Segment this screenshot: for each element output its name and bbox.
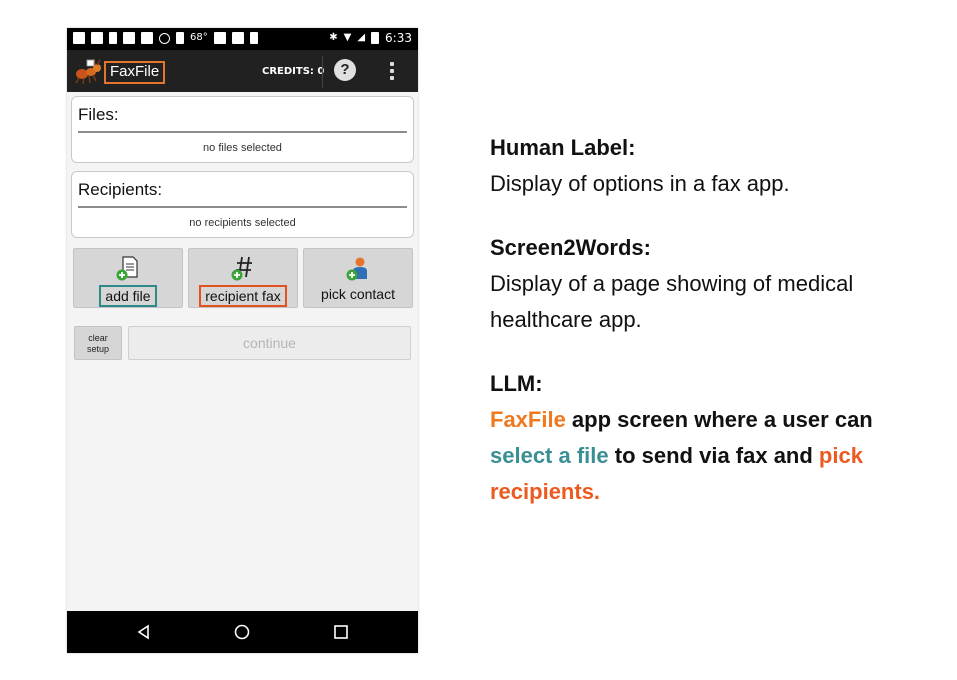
llm-text-part: to send via fax and: [608, 443, 819, 468]
credits-label[interactable]: CREDITS: 0: [262, 66, 324, 77]
back-icon[interactable]: [135, 623, 153, 641]
recipients-title: Recipients:: [78, 180, 163, 199]
fax-number-icon: [231, 256, 252, 281]
human-label-text: Display of options in a fax app.: [490, 171, 790, 196]
android-icon: [249, 32, 258, 44]
llm-app-name: FaxFile: [490, 407, 566, 432]
llm-select-file: select a file: [490, 443, 609, 468]
lock-icon: [176, 32, 184, 44]
facebook-icon: [141, 32, 153, 44]
clock: 6:33: [385, 31, 412, 45]
clear-setup-label-line1: clear: [88, 333, 108, 343]
llm-heading: LLM:: [490, 371, 543, 396]
bluetooth-icon: ✱: [329, 32, 338, 43]
notification-icon: [109, 32, 117, 44]
app-title: FaxFile: [104, 61, 166, 84]
pick-contact-label: pick contact: [321, 286, 395, 302]
image-icon: [213, 32, 226, 44]
recents-icon[interactable]: [332, 623, 350, 641]
message-icon: [123, 32, 135, 44]
add-file-icon: [116, 256, 138, 281]
clear-setup-button[interactable]: clear setup: [74, 326, 122, 360]
battery-icon: [371, 32, 380, 44]
status-bar: 68° ✱ ▼ ◢ 6:33: [67, 28, 418, 50]
human-label-heading: Human Label:: [490, 135, 636, 160]
add-file-label: add file: [99, 285, 157, 307]
ant-logo-icon: [75, 58, 101, 85]
home-icon[interactable]: [233, 623, 251, 641]
recipients-status: no recipients selected: [189, 217, 296, 229]
app-bar: FaxFile CREDITS: 0 ?: [67, 50, 418, 92]
appbar-divider: [322, 56, 323, 88]
pick-contact-button[interactable]: pick contact: [303, 248, 413, 308]
add-file-button[interactable]: add file: [73, 248, 183, 308]
contact-icon: [346, 257, 367, 281]
signal-icon: ◢: [357, 32, 366, 43]
screen2words-heading: Screen2Words:: [490, 235, 651, 260]
phone-screenshot: 68° ✱ ▼ ◢ 6:33 FaxFile CREDITS: 0 ? File…: [67, 28, 418, 653]
files-status: no files selected: [203, 142, 282, 154]
overflow-menu-icon[interactable]: [387, 60, 397, 82]
screen2words-text: Display of a page showing of medical hea…: [490, 271, 854, 332]
facebook-icon: [91, 32, 103, 44]
files-card: Files: no files selected: [71, 96, 414, 163]
wifi-icon: ▼: [343, 32, 352, 43]
llm-text: FaxFile app screen where a user can sele…: [490, 402, 930, 510]
info-icon: [159, 32, 170, 44]
recipient-fax-button[interactable]: recipient fax: [188, 248, 298, 308]
files-divider: [78, 131, 407, 133]
navigation-bar: [67, 611, 418, 653]
facebook-icon: [73, 32, 85, 44]
recipients-divider: [78, 206, 407, 208]
recipients-card: Recipients: no recipients selected: [71, 171, 414, 238]
continue-button[interactable]: continue: [128, 326, 411, 360]
llm-text-part: app screen where a user can: [565, 407, 873, 432]
annotation-panel: Human Label: Display of options in a fax…: [490, 130, 930, 538]
recipient-fax-label: recipient fax: [199, 285, 287, 307]
files-title: Files:: [78, 105, 119, 124]
help-button[interactable]: ?: [334, 59, 356, 81]
temperature-text: 68°: [190, 32, 208, 43]
clear-setup-label-line2: setup: [86, 344, 110, 354]
bag-icon: [231, 32, 244, 44]
